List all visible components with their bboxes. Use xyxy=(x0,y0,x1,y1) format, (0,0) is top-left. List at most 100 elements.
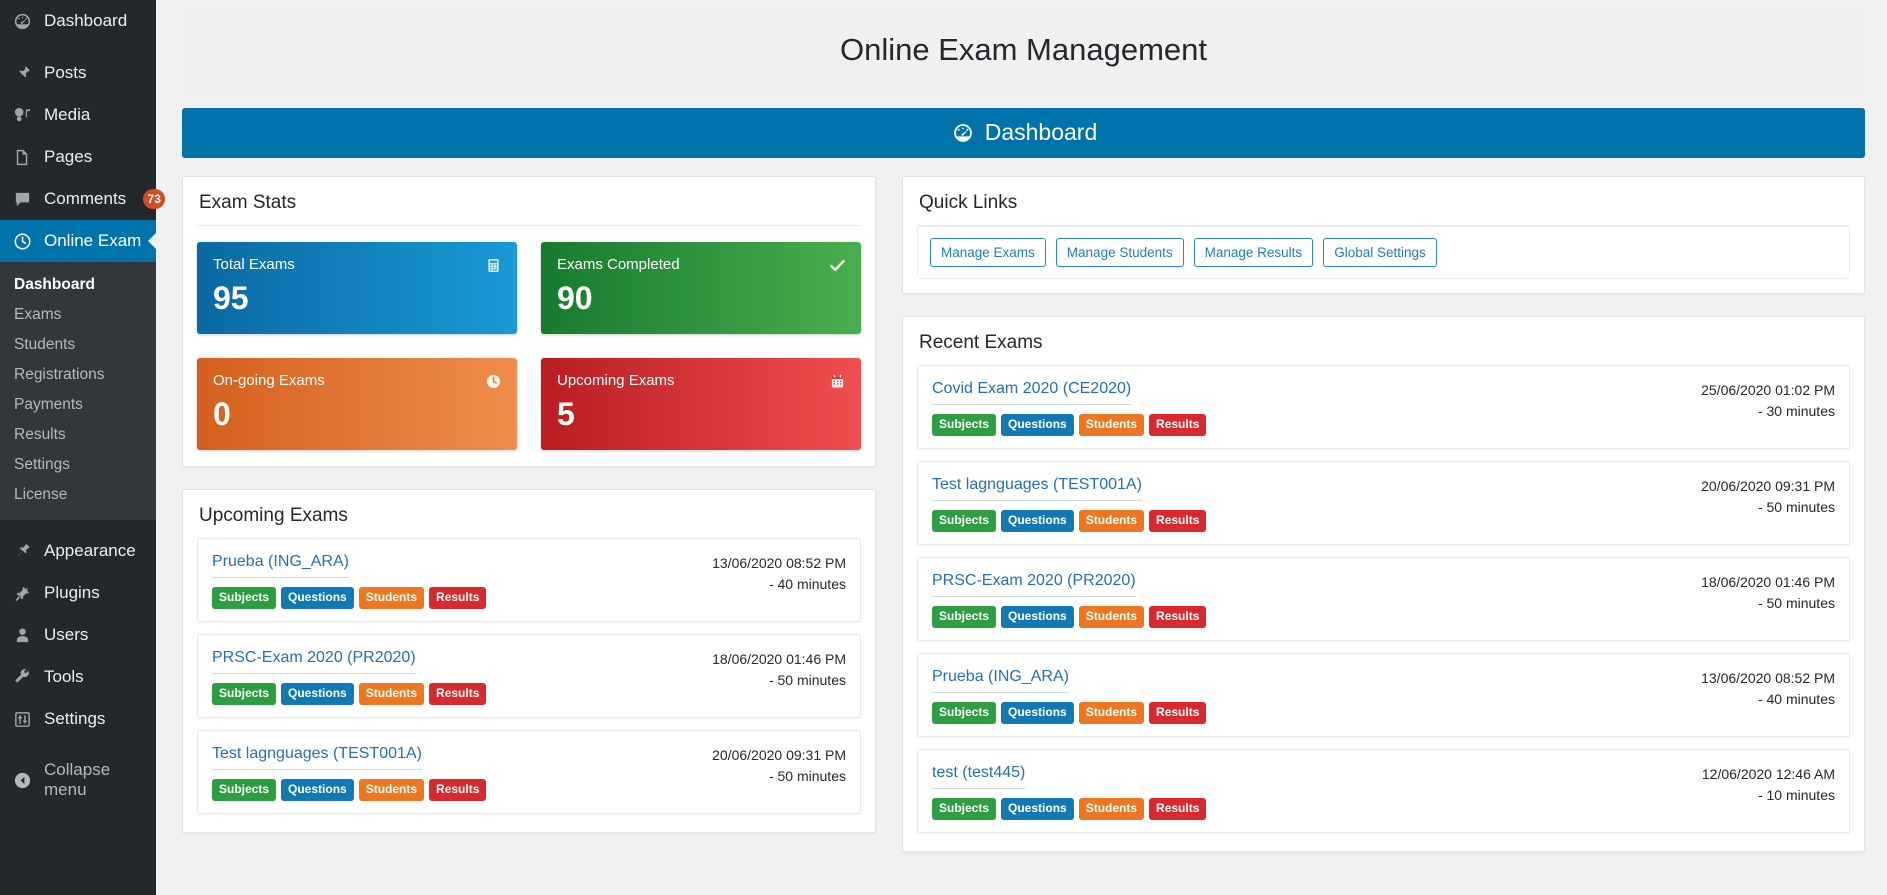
tag-results[interactable]: Results xyxy=(1149,606,1206,628)
manage-exams-button[interactable]: Manage Exams xyxy=(930,238,1046,267)
list-item[interactable]: PRSC-Exam 2020 (PR2020) Subjects Questio… xyxy=(197,634,861,718)
list-item[interactable]: Test lagnguages (TEST001A) Subjects Ques… xyxy=(917,461,1850,545)
tag-results[interactable]: Results xyxy=(1149,510,1206,532)
exam-info: PRSC-Exam 2020 (PR2020) Subjects Questio… xyxy=(932,572,1206,628)
tag-students[interactable]: Students xyxy=(1079,798,1144,820)
tag-results[interactable]: Results xyxy=(429,683,486,705)
stat-card-upcoming-exams[interactable]: Upcoming Exams 5 xyxy=(541,358,861,450)
dashboard-columns: Exam Stats Total Exams 95 Exams Complete… xyxy=(182,176,1865,874)
recent-exams-title: Recent Exams xyxy=(903,317,1864,365)
submenu-item-dashboard[interactable]: Dashboard xyxy=(0,270,156,300)
sidebar-item-label: Settings xyxy=(44,709,105,729)
comments-count-badge: 73 xyxy=(143,189,165,209)
list-item[interactable]: Covid Exam 2020 (CE2020) Subjects Questi… xyxy=(917,365,1850,449)
calendar-icon xyxy=(827,371,847,391)
exam-schedule: 18/06/2020 01:46 PM - 50 minutes xyxy=(694,649,846,691)
tag-subjects[interactable]: Subjects xyxy=(212,779,276,801)
online-exam-submenu: Dashboard Exams Students Registrations P… xyxy=(0,262,156,520)
tag-students[interactable]: Students xyxy=(1079,606,1144,628)
pin-icon xyxy=(11,62,33,84)
stat-label: Total Exams xyxy=(213,256,501,273)
exam-name-link[interactable]: Covid Exam 2020 (CE2020) xyxy=(932,380,1131,405)
tag-results[interactable]: Results xyxy=(1149,702,1206,724)
tag-students[interactable]: Students xyxy=(1079,702,1144,724)
pages-icon xyxy=(11,146,33,168)
exam-name-link[interactable]: Test lagnguages (TEST001A) xyxy=(932,476,1142,501)
submenu-item-students[interactable]: Students xyxy=(0,330,156,360)
exam-duration: - 10 minutes xyxy=(1702,785,1835,806)
tag-questions[interactable]: Questions xyxy=(1001,510,1074,532)
exam-schedule: 18/06/2020 01:46 PM - 50 minutes xyxy=(1683,572,1835,614)
list-item[interactable]: test (test445) Subjects Questions Studen… xyxy=(917,749,1850,833)
exam-name-link[interactable]: PRSC-Exam 2020 (PR2020) xyxy=(212,649,416,674)
submenu-item-payments[interactable]: Payments xyxy=(0,390,156,420)
tag-questions[interactable]: Questions xyxy=(281,779,354,801)
tag-subjects[interactable]: Subjects xyxy=(932,414,996,436)
tag-subjects[interactable]: Subjects xyxy=(212,683,276,705)
tag-questions[interactable]: Questions xyxy=(281,587,354,609)
exam-date: 18/06/2020 01:46 PM xyxy=(712,649,846,670)
tag-subjects[interactable]: Subjects xyxy=(932,510,996,532)
submenu-item-license[interactable]: License xyxy=(0,480,156,510)
tag-students[interactable]: Students xyxy=(359,587,424,609)
list-item[interactable]: PRSC-Exam 2020 (PR2020) Subjects Questio… xyxy=(917,557,1850,641)
sidebar-item-appearance[interactable]: Appearance xyxy=(0,530,156,572)
stat-card-total-exams[interactable]: Total Exams 95 xyxy=(197,242,517,334)
quick-links-title: Quick Links xyxy=(917,177,1850,226)
tag-subjects[interactable]: Subjects xyxy=(932,798,996,820)
tag-questions[interactable]: Questions xyxy=(1001,798,1074,820)
tag-students[interactable]: Students xyxy=(1079,510,1144,532)
exam-name-link[interactable]: Prueba (ING_ARA) xyxy=(212,553,349,578)
recent-exams-list: Covid Exam 2020 (CE2020) Subjects Questi… xyxy=(903,365,1864,851)
tag-questions[interactable]: Questions xyxy=(1001,702,1074,724)
exam-info: Test lagnguages (TEST001A) Subjects Ques… xyxy=(932,476,1206,532)
submenu-item-results[interactable]: Results xyxy=(0,420,156,450)
sidebar-item-label: Dashboard xyxy=(44,11,127,31)
tag-subjects[interactable]: Subjects xyxy=(212,587,276,609)
tag-students[interactable]: Students xyxy=(1079,414,1144,436)
sidebar-item-posts[interactable]: Posts xyxy=(0,52,156,94)
sidebar-item-pages[interactable]: Pages xyxy=(0,136,156,178)
submenu-item-exams[interactable]: Exams xyxy=(0,300,156,330)
wrench-icon xyxy=(11,666,33,688)
sidebar-item-settings[interactable]: Settings xyxy=(0,698,156,740)
stat-card-ongoing-exams[interactable]: On-going Exams 0 xyxy=(197,358,517,450)
tag-results[interactable]: Results xyxy=(1149,414,1206,436)
tag-subjects[interactable]: Subjects xyxy=(932,606,996,628)
exam-name-link[interactable]: Test lagnguages (TEST001A) xyxy=(212,745,422,770)
sidebar-item-dashboard[interactable]: Dashboard xyxy=(0,0,156,42)
exam-schedule: 20/06/2020 09:31 PM - 50 minutes xyxy=(694,745,846,787)
list-item[interactable]: Test lagnguages (TEST001A) Subjects Ques… xyxy=(197,730,861,814)
sidebar-item-plugins[interactable]: Plugins xyxy=(0,572,156,614)
sidebar-item-comments[interactable]: Comments 73 xyxy=(0,178,156,220)
list-item[interactable]: Prueba (ING_ARA) Subjects Questions Stud… xyxy=(917,653,1850,737)
exam-name-link[interactable]: test (test445) xyxy=(932,764,1025,789)
right-column: Quick Links Manage Exams Manage Students… xyxy=(902,176,1865,874)
global-settings-button[interactable]: Global Settings xyxy=(1323,238,1437,267)
submenu-item-registrations[interactable]: Registrations xyxy=(0,360,156,390)
tag-students[interactable]: Students xyxy=(359,683,424,705)
submenu-item-settings[interactable]: Settings xyxy=(0,450,156,480)
tag-results[interactable]: Results xyxy=(1149,798,1206,820)
quick-links-box: Manage Exams Manage Students Manage Resu… xyxy=(917,226,1850,279)
tag-subjects[interactable]: Subjects xyxy=(932,702,996,724)
stat-card-exams-completed[interactable]: Exams Completed 90 xyxy=(541,242,861,334)
tag-students[interactable]: Students xyxy=(359,779,424,801)
collapse-menu-button[interactable]: Collapse menu xyxy=(0,750,156,810)
tag-results[interactable]: Results xyxy=(429,587,486,609)
manage-students-button[interactable]: Manage Students xyxy=(1056,238,1184,267)
tag-results[interactable]: Results xyxy=(429,779,486,801)
tag-questions[interactable]: Questions xyxy=(281,683,354,705)
tag-questions[interactable]: Questions xyxy=(1001,606,1074,628)
sidebar-item-users[interactable]: Users xyxy=(0,614,156,656)
sidebar-item-online-exam[interactable]: Online Exam xyxy=(0,220,156,262)
manage-results-button[interactable]: Manage Results xyxy=(1194,238,1314,267)
tag-questions[interactable]: Questions xyxy=(1001,414,1074,436)
sidebar-item-media[interactable]: Media xyxy=(0,94,156,136)
exam-name-link[interactable]: Prueba (ING_ARA) xyxy=(932,668,1069,693)
sidebar-item-label: Appearance xyxy=(44,541,136,561)
exam-name-link[interactable]: PRSC-Exam 2020 (PR2020) xyxy=(932,572,1136,597)
dashboard-banner[interactable]: Dashboard xyxy=(182,108,1865,158)
list-item[interactable]: Prueba (ING_ARA) Subjects Questions Stud… xyxy=(197,538,861,622)
sidebar-item-tools[interactable]: Tools xyxy=(0,656,156,698)
